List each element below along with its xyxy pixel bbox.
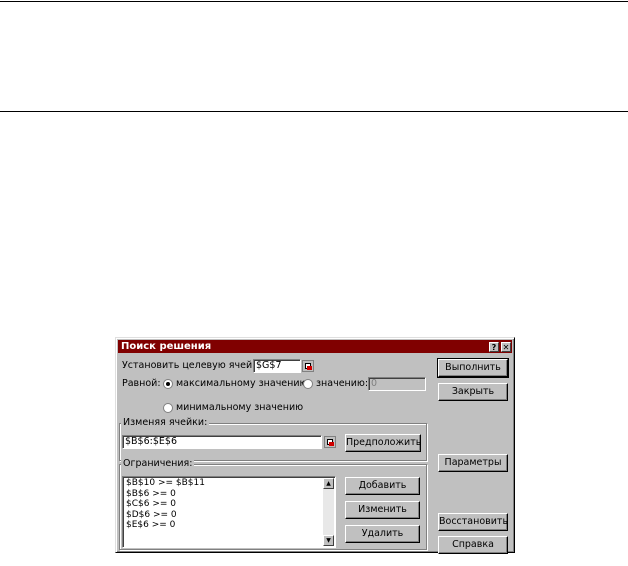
dialog-title: Поиск решения <box>121 341 212 352</box>
scroll-up-icon[interactable]: ▲ <box>323 478 334 489</box>
close-button[interactable]: Закрыть <box>438 383 508 401</box>
constraints-label: Ограничения: <box>121 458 195 470</box>
top-divider <box>0 1 628 2</box>
target-cell-ref-icon[interactable] <box>302 360 314 372</box>
list-item[interactable]: $D$6 >= 0 <box>126 510 205 521</box>
help-button[interactable]: Справка <box>438 536 508 554</box>
changing-cells-input[interactable]: $B$6:$E$6 <box>122 435 322 449</box>
max-radio[interactable] <box>163 379 173 389</box>
change-button[interactable]: Изменить <box>345 501 420 519</box>
list-item[interactable]: $B$6 >= 0 <box>126 489 205 500</box>
add-button[interactable]: Добавить <box>345 477 420 495</box>
reset-button[interactable]: Восстановить <box>438 513 508 531</box>
constraints-list[interactable]: $B$10 >= $B$11 $B$6 >= 0 $C$6 >= 0 $D$6 … <box>122 476 336 548</box>
list-item[interactable]: $B$10 >= $B$11 <box>126 478 205 489</box>
scroll-down-icon[interactable]: ▼ <box>323 535 334 546</box>
middle-divider <box>0 111 628 112</box>
help-icon[interactable]: ? <box>489 342 499 352</box>
target-cell-label: Установить целевую ячейку: <box>122 360 267 371</box>
target-cell-input[interactable]: $G$7 <box>253 359 301 373</box>
list-item[interactable]: $C$6 >= 0 <box>126 499 205 510</box>
list-item[interactable]: $E$6 >= 0 <box>126 520 205 531</box>
guess-button[interactable]: Предположить <box>345 434 421 452</box>
constraints-scrollbar[interactable]: ▲ ▼ <box>323 478 334 546</box>
options-button[interactable]: Параметры <box>438 454 508 472</box>
close-icon[interactable]: ✕ <box>501 342 511 352</box>
changing-cells-label: Изменяя ячейки: <box>121 417 210 429</box>
value-option-label[interactable]: значению: <box>316 378 368 390</box>
solver-dialog: Поиск решения ? ✕ Установить целевую яче… <box>115 337 515 554</box>
solve-button[interactable]: Выполнить <box>437 358 509 378</box>
changing-cells-ref-icon[interactable] <box>324 436 336 448</box>
title-bar[interactable]: Поиск решения ? ✕ <box>118 340 512 353</box>
value-input[interactable]: 0 <box>368 377 426 391</box>
min-option-label[interactable]: минимальному значению <box>176 402 303 414</box>
value-radio[interactable] <box>303 379 313 389</box>
min-radio[interactable] <box>163 403 173 413</box>
delete-button[interactable]: Удалить <box>345 525 420 543</box>
equal-to-label: Равной: <box>122 378 161 389</box>
max-option-label[interactable]: максимальному значению <box>176 378 308 390</box>
